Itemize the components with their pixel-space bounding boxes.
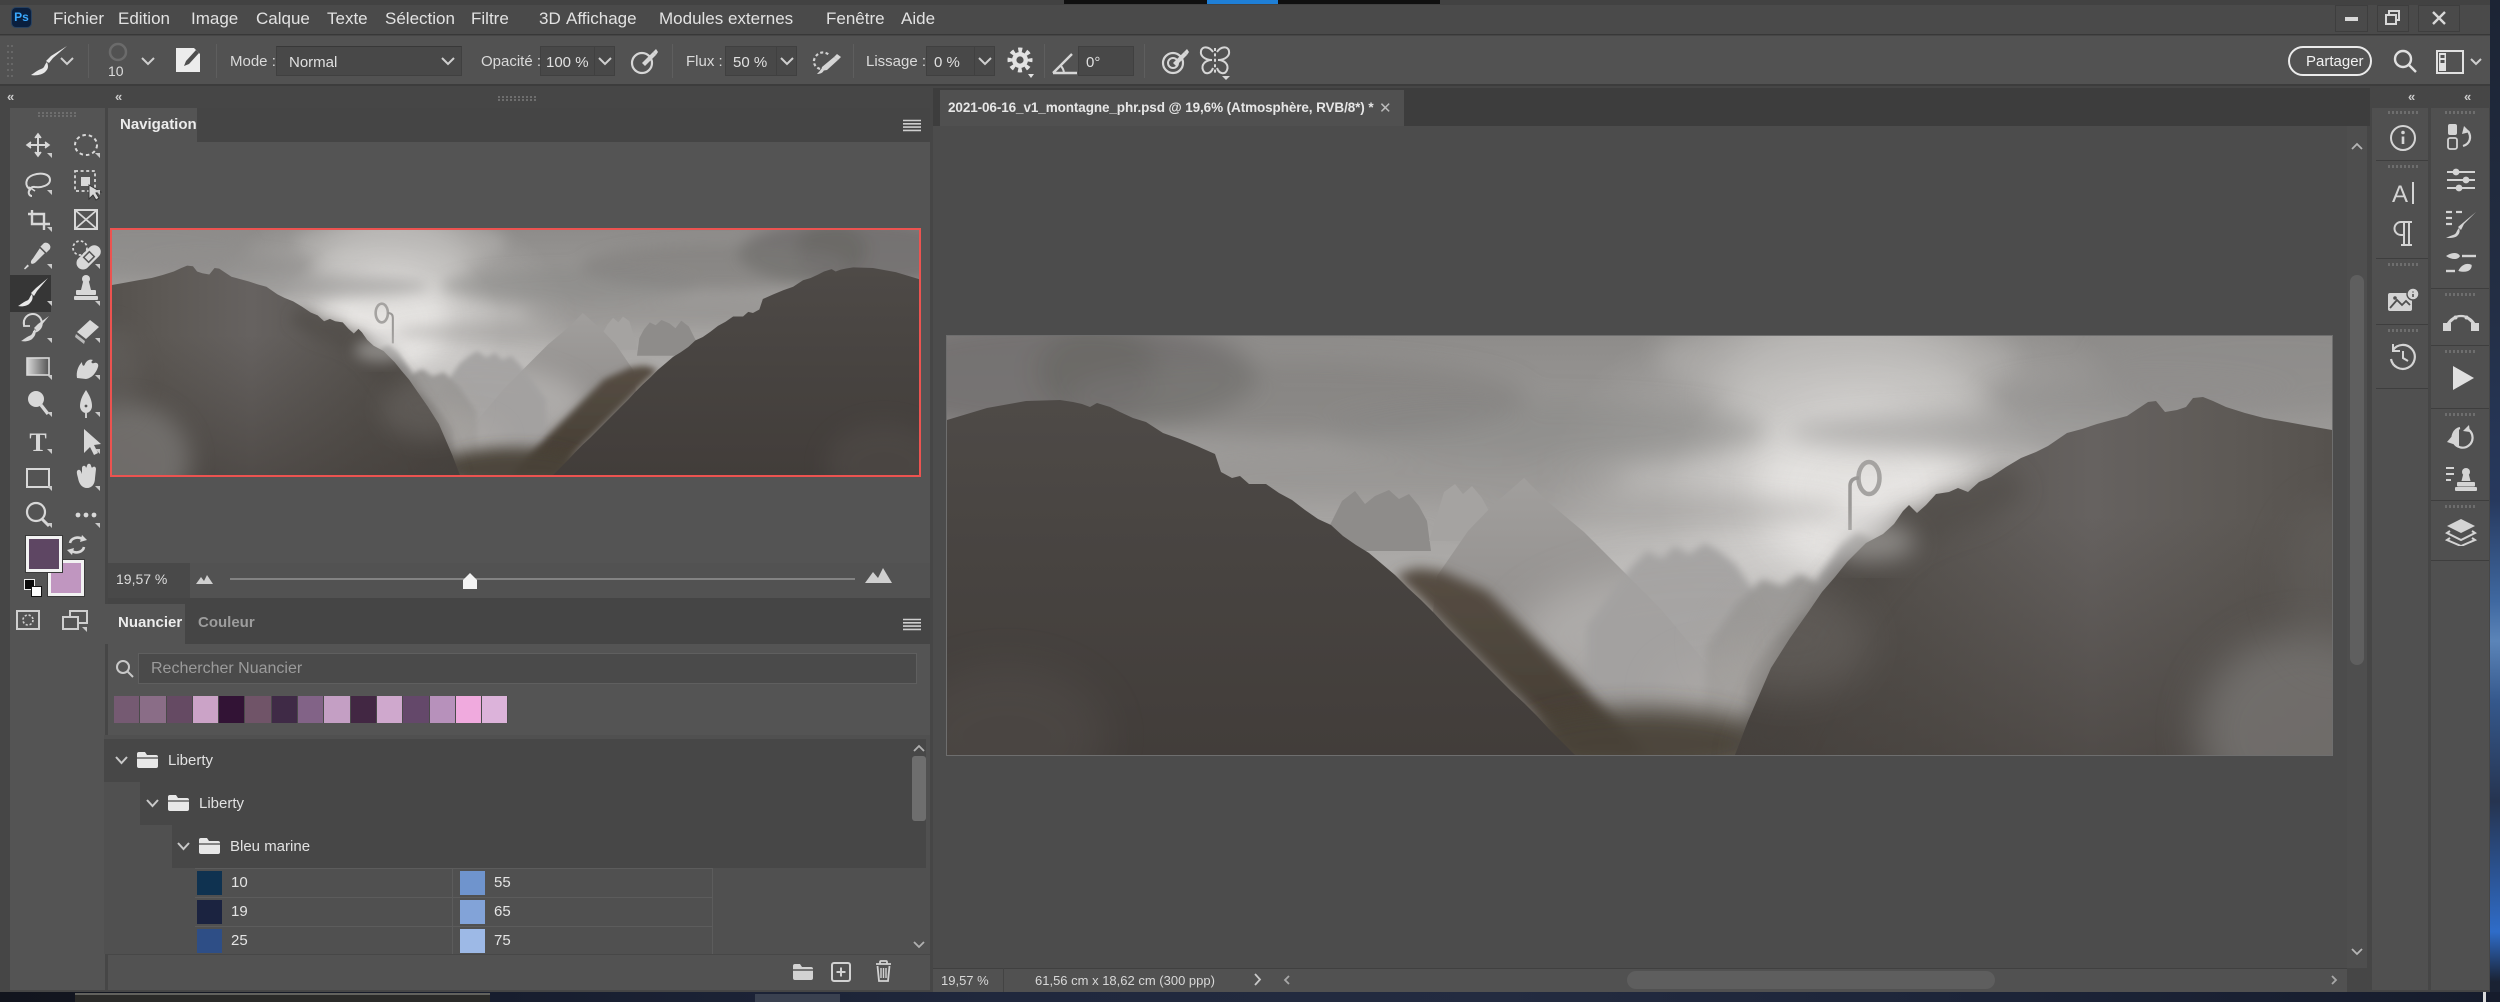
svg-text:A: A [2392, 181, 2408, 206]
svg-text:T: T [29, 428, 46, 457]
